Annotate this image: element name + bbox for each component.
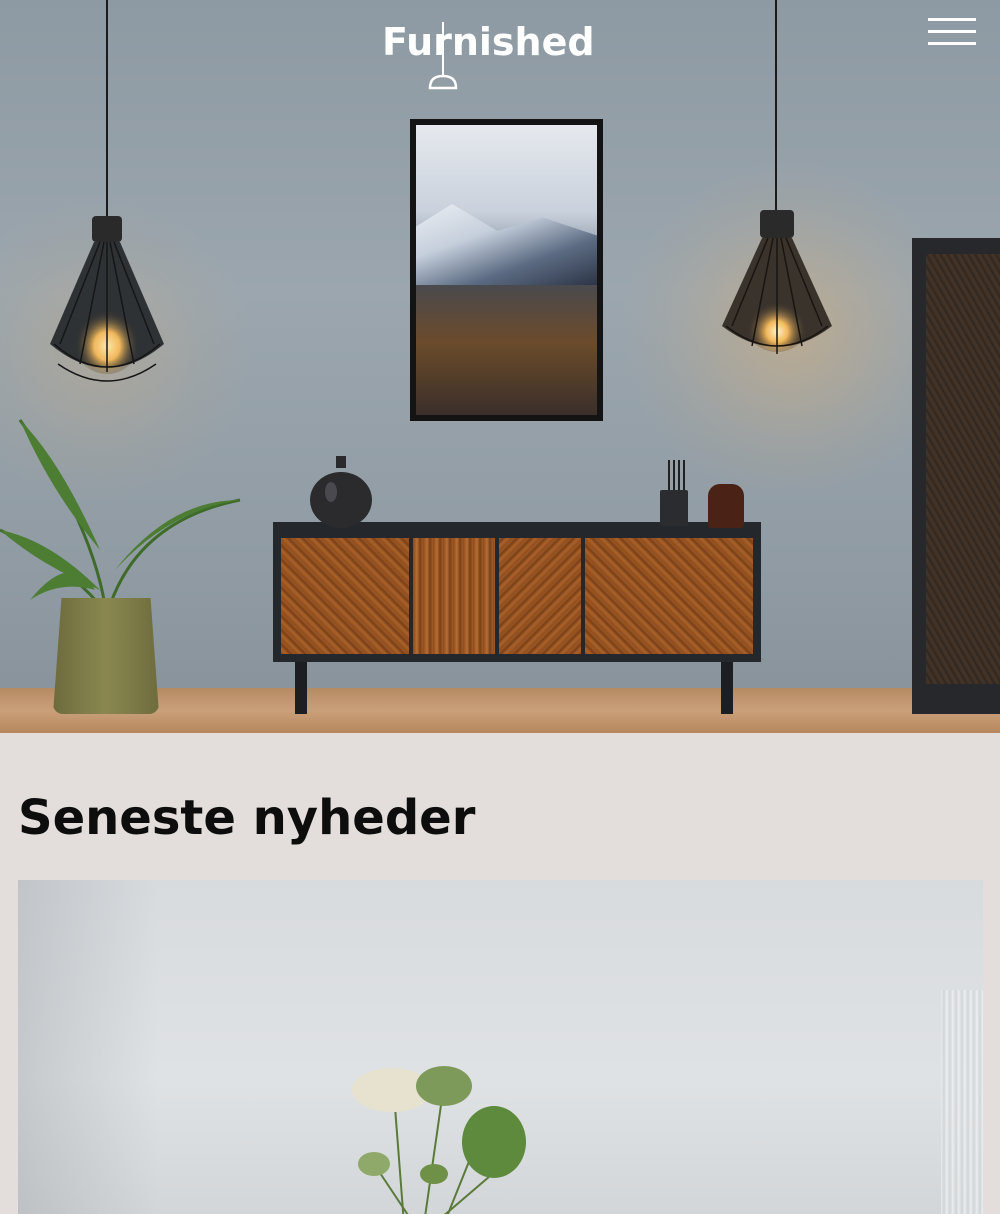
pendant-lamp-right (722, 210, 832, 354)
hero-image (0, 0, 1000, 733)
plant-pot (53, 598, 159, 714)
flower-bouquet (352, 1066, 526, 1214)
hamburger-menu-icon[interactable] (928, 18, 976, 48)
sideboard (273, 522, 761, 714)
decor-figurine (708, 484, 744, 528)
news-card-image[interactable] (18, 880, 983, 1214)
logo[interactable]: Furnished (382, 20, 595, 94)
framed-picture (410, 119, 603, 421)
pendant-lamp-left (50, 216, 164, 382)
lamp-cord-left (106, 0, 108, 218)
lamp-cord-right (775, 0, 777, 212)
black-vase (310, 456, 372, 528)
pen-holder (660, 490, 688, 526)
cabinet (912, 238, 1000, 714)
logo-text: Furnished (382, 20, 595, 64)
news-section-title: Seneste nyheder (18, 790, 476, 846)
pendant-lamp-icon (428, 22, 458, 90)
potted-plant (0, 419, 241, 606)
pens (668, 460, 688, 492)
